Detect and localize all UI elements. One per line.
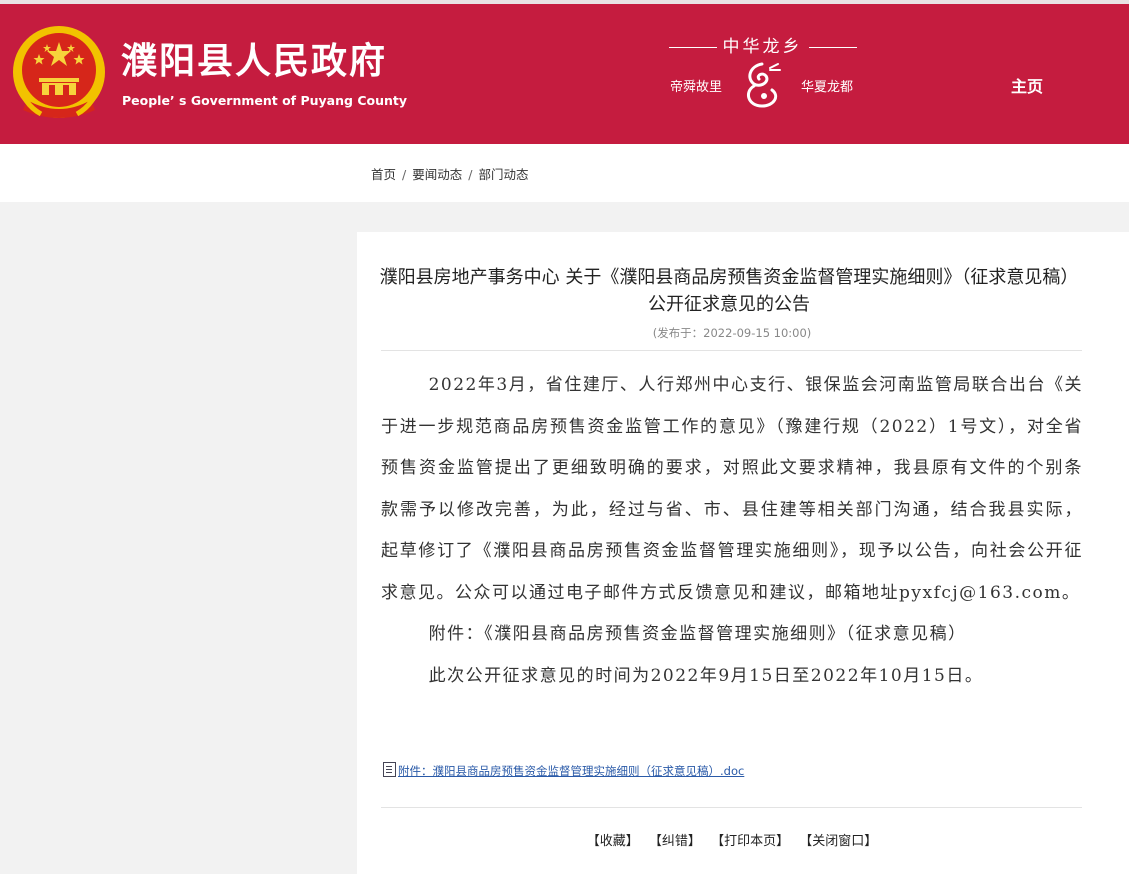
article-paragraph: 此次公开征求意见的时间为2022年9月15日至2022年10月15日。	[428, 665, 984, 686]
breadcrumb: 首页 / 要闻动态 / 部门动态	[371, 164, 528, 183]
article-panel: 濮阳县房地产事务中心 关于《濮阳县商品房预售资金监督管理实施细则》（征求意见稿）…	[357, 232, 1129, 874]
site-header: 濮阳县人民政府 People’ s Government of Puyang C…	[0, 0, 1129, 144]
article-title: 濮阳县房地产事务中心 关于《濮阳县商品房预售资金监督管理实施细则》（征求意见稿）…	[379, 267, 1079, 315]
attachment-link[interactable]: 附件：濮阳县商品房预售资金监督管理实施细则（征求意见稿）.doc	[383, 762, 744, 779]
document-icon	[383, 762, 396, 777]
motto-title-row: 中华龙乡	[655, 32, 870, 57]
article-paragraph: 附件：《濮阳县商品房预售资金监督管理实施细则》（征求意见稿）	[428, 624, 967, 644]
site-title: 濮阳县人民政府	[121, 41, 388, 82]
dragon-icon	[746, 62, 781, 108]
header-top-line	[0, 0, 1129, 4]
favorite-button[interactable]: 【收藏】	[587, 834, 639, 849]
close-window-button[interactable]: 【关闭窗口】	[799, 834, 877, 849]
motto-right: 华夏龙都	[801, 80, 854, 95]
motto-block: 中华龙乡 帝舜故里 华夏龙都	[655, 30, 870, 115]
motto-left: 帝舜故里	[670, 80, 723, 95]
divider	[381, 350, 1082, 351]
motto-dash-right	[808, 47, 857, 48]
article-paragraph: 2022年3月，省住建厅、人行郑州中心支行、银保监会河南监管局联合出台《关于进一…	[381, 375, 1083, 603]
breadcrumb-separator: /	[402, 167, 407, 182]
breadcrumb-department-news[interactable]: 部门动态	[478, 167, 528, 182]
breadcrumb-home[interactable]: 首页	[371, 167, 396, 182]
article-tools: 【收藏】 【纠错】 【打印本页】 【关闭窗口】	[357, 830, 1107, 849]
home-link[interactable]: 主页	[1011, 73, 1043, 97]
article-date: (发布于：2022-09-15 10:00)	[652, 326, 812, 340]
national-emblem-icon	[13, 26, 105, 118]
attachment-label: 附件：濮阳县商品房预售资金监督管理实施细则（征求意见稿）.doc	[398, 764, 745, 778]
report-error-button[interactable]: 【纠错】	[649, 834, 701, 849]
article-body: 2022年3月，省住建厅、人行郑州中心支行、银保监会河南监管局联合出台《关于进一…	[381, 365, 1083, 697]
divider	[381, 807, 1082, 808]
print-page-button[interactable]: 【打印本页】	[711, 834, 789, 849]
breadcrumb-bar: 首页 / 要闻动态 / 部门动态	[0, 144, 1129, 202]
breadcrumb-separator: /	[468, 167, 473, 182]
motto-title: 中华龙乡	[722, 37, 803, 57]
motto-dash-left	[668, 47, 717, 48]
site-subtitle: People’ s Government of Puyang County	[122, 93, 407, 108]
breadcrumb-news[interactable]: 要闻动态	[412, 167, 462, 182]
